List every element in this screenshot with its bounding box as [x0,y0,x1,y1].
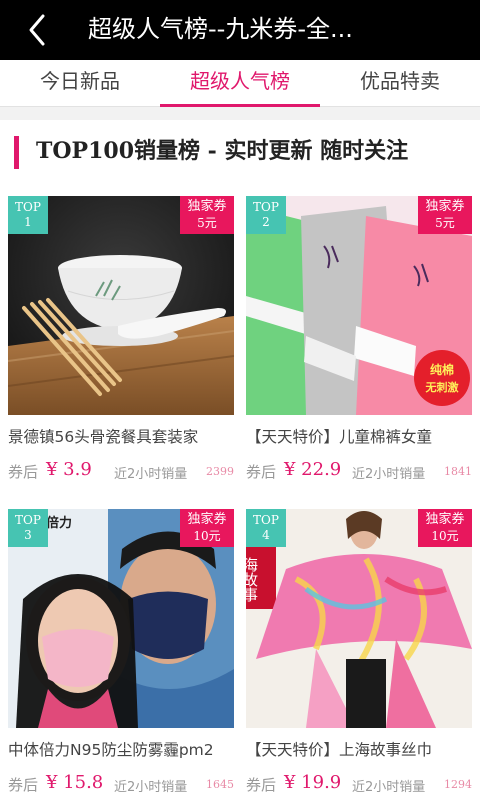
product-name[interactable]: 【天天特价】儿童棉裤女童 [246,425,474,449]
after-coupon-label: 券后 [246,776,277,794]
after-coupon-label: 券后 [246,463,277,481]
after-coupon-label: 券后 [8,776,39,794]
coupon-badge: 独家券 5元 [418,196,472,234]
sales-count: 1645 [206,778,234,791]
rank-badge: TOP 4 [246,509,286,547]
coupon-label: 独家券 [187,512,227,527]
product-card[interactable]: TOP 1 独家券 5元 景德镇56头骨瓷餐具套装家 券后 ¥ 3.9 近2小时… [0,182,236,495]
coupon-amount: 10元 [431,529,459,543]
tab-popular-ranking[interactable]: 超级人气榜 [160,60,320,106]
rank-number: 1 [24,215,32,229]
product-name[interactable]: 【天天特价】上海故事丝巾 [246,738,474,762]
section-accent-bar [14,136,19,169]
product-image[interactable]: 纯棉 无刺激 TOP 2 独家券 5元 [246,196,472,415]
product-image[interactable]: TOP 1 独家券 5元 [8,196,234,415]
price-row: 券后 ¥ 19.9 近2小时销量 1294 [246,772,474,798]
section-header: TOP100销量榜 - 实时更新 随时关注 [0,120,480,182]
product-card[interactable]: 中体倍力 TOP 3 独家券 10元 中体倍力N95防尘防雾霾pm2 券后 ¥ … [0,495,236,800]
sales-label: 近2小时销量 [114,467,188,482]
image-caption-brand: 海故事 [246,557,259,602]
coupon-amount: 5元 [435,216,455,230]
product-card[interactable]: 纯棉 无刺激 TOP 2 独家券 5元 【天天特价】儿童棉裤女童 券后 ¥ 22… [240,182,476,495]
rank-number: 4 [262,528,270,542]
top-bar: 超级人气榜--九米券-全... [0,0,480,60]
product-card[interactable]: 海故事 TOP 4 独家券 10元 【天天特价】上海故事丝巾 券后 ¥ 19.9… [240,495,476,800]
sales-label: 近2小时销量 [352,467,426,482]
product-price: ¥ 19.9 [284,772,342,793]
price-row: 券后 ¥ 22.9 近2小时销量 1841 [246,459,474,485]
sales-count: 2399 [206,465,234,478]
product-price: ¥ 22.9 [284,459,342,480]
coupon-label: 独家券 [425,199,465,214]
coupon-badge: 独家券 5元 [180,196,234,234]
coupon-badge: 独家券 10元 [180,509,234,547]
tab-bar: 今日新品 超级人气榜 优品特卖 [0,60,480,107]
product-image[interactable]: 海故事 TOP 4 独家券 10元 [246,509,472,728]
sales-count: 1294 [444,778,472,791]
product-image[interactable]: 中体倍力 TOP 3 独家券 10元 [8,509,234,728]
back-arrow-icon[interactable] [20,10,60,50]
price-row: 券后 ¥ 3.9 近2小时销量 2399 [8,459,236,485]
product-price: ¥ 15.8 [46,772,104,793]
product-price: ¥ 3.9 [46,459,92,480]
sales-label: 近2小时销量 [114,780,188,795]
active-tab-indicator [160,104,320,107]
after-coupon-label: 券后 [8,463,39,481]
product-name[interactable]: 景德镇56头骨瓷餐具套装家 [8,425,236,449]
rank-label: TOP [15,200,41,214]
page-title: 超级人气榜--九米券-全... [88,15,353,43]
coupon-amount: 10元 [193,529,221,543]
rank-label: TOP [15,513,41,527]
coupon-label: 独家券 [187,199,227,214]
price-row: 券后 ¥ 15.8 近2小时销量 1645 [8,772,236,798]
rank-label: TOP [253,513,279,527]
rank-badge: TOP 3 [8,509,48,547]
rank-badge: TOP 1 [8,196,48,234]
product-grid: TOP 1 独家券 5元 景德镇56头骨瓷餐具套装家 券后 ¥ 3.9 近2小时… [0,182,480,800]
product-name[interactable]: 中体倍力N95防尘防雾霾pm2 [8,738,236,762]
tab-special-sale[interactable]: 优品特卖 [320,60,480,106]
tab-new-today[interactable]: 今日新品 [0,60,160,106]
coupon-badge: 独家券 10元 [418,509,472,547]
rank-number: 3 [24,528,32,542]
coupon-label: 独家券 [425,512,465,527]
sales-count: 1841 [444,465,472,478]
image-caption-gentle: 无刺激 [425,380,459,394]
coupon-amount: 5元 [197,216,217,230]
image-caption-cotton: 纯棉 [430,362,454,377]
section-title: TOP100销量榜 - 实时更新 随时关注 [36,138,409,164]
rank-label: TOP [253,200,279,214]
sales-label: 近2小时销量 [352,780,426,795]
rank-number: 2 [262,215,270,229]
rank-badge: TOP 2 [246,196,286,234]
